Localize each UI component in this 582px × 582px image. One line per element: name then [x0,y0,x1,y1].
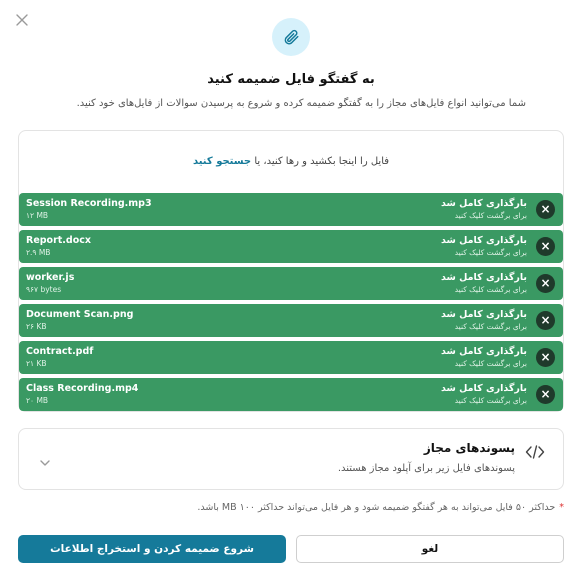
file-status-text: بارگذاری کامل شد [441,198,527,209]
dropzone-prompt: فایل را اینجا بکشید و رها کنید، یا جستجو… [19,156,563,167]
file-info: Session Recording.mp3 ۱۲ MB [26,197,152,221]
dialog-subtitle: شما می‌توانید انواع فایل‌های مجاز را به … [76,98,526,109]
file-item[interactable]: × بارگذاری کامل شد برای برگشت کلیک کنید … [19,341,563,374]
file-info: Class Recording.mp4 ۲۰ MB [26,382,138,406]
file-status: بارگذاری کامل شد برای برگشت کلیک کنید [441,308,527,332]
allowed-extensions-panel[interactable]: پسوندهای مجاز پسوندهای فایل زیر برای آپل… [18,428,564,490]
file-size: ۲۶ KB [26,322,47,331]
file-name: Document Scan.png [26,309,134,320]
remove-file-button[interactable]: × [536,311,555,330]
file-status-hint: برای برگشت کلیک کنید [454,359,527,368]
file-item[interactable]: × بارگذاری کامل شد برای برگشت کلیک کنید … [19,267,563,300]
file-size: ۹۶۷ bytes [26,285,62,294]
file-size: ۲۰ MB [26,396,49,405]
file-name: worker.js [26,272,75,283]
close-icon[interactable] [14,12,30,28]
file-name: Session Recording.mp3 [26,198,152,209]
dropzone-prompt-text: فایل را اینجا بکشید و رها کنید، یا [254,156,390,167]
file-status: بارگذاری کامل شد برای برگشت کلیک کنید [441,345,527,369]
extensions-description: پسوندهای فایل زیر برای آپلود مجاز هستند. [337,463,515,474]
remove-file-button[interactable]: × [536,237,555,256]
file-item[interactable]: × بارگذاری کامل شد برای برگشت کلیک کنید … [19,378,563,411]
remove-file-button[interactable]: × [536,348,555,367]
file-status-text: بارگذاری کامل شد [441,272,527,283]
file-info: Contract.pdf ۲۱ KB [26,345,93,369]
file-status-hint: برای برگشت کلیک کنید [454,396,527,405]
file-status: بارگذاری کامل شد برای برگشت کلیک کنید [441,234,527,258]
file-status: بارگذاری کامل شد برای برگشت کلیک کنید [441,197,527,221]
file-item[interactable]: × بارگذاری کامل شد برای برگشت کلیک کنید … [19,230,563,263]
start-attach-button[interactable]: شروع ضمیمه کردن و استخراج اطلاعات [18,535,286,563]
file-status-hint: برای برگشت کلیک کنید [454,248,527,257]
remove-file-button[interactable]: × [536,274,555,293]
browse-link[interactable]: جستجو کنید [193,156,251,167]
file-item[interactable]: × بارگذاری کامل شد برای برگشت کلیک کنید … [19,304,563,337]
extensions-title: پسوندهای مجاز [423,441,515,455]
file-status-text: بارگذاری کامل شد [441,383,527,394]
uploaded-files-list: × بارگذاری کامل شد برای برگشت کلیک کنید … [19,193,563,415]
limits-note-text: حداکثر ۵۰ فایل می‌تواند به هر گفتگو ضمیم… [197,502,556,513]
file-size: ۲.۹ MB [26,248,51,257]
paperclip-icon [272,18,310,56]
file-status-text: بارگذاری کامل شد [441,309,527,320]
file-status-text: بارگذاری کامل شد [441,235,527,246]
file-status: بارگذاری کامل شد برای برگشت کلیک کنید [441,382,527,406]
dialog-title: به گفتگو فایل ضمیمه کنید [207,72,375,87]
remove-file-button[interactable]: × [536,200,555,219]
file-info: Document Scan.png ۲۶ KB [26,308,133,332]
attach-files-dialog: به گفتگو فایل ضمیمه کنید شما می‌توانید ا… [0,0,582,582]
file-status-hint: برای برگشت کلیک کنید [454,322,527,331]
file-size: ۱۲ MB [26,211,49,220]
file-status-text: بارگذاری کامل شد [441,346,527,357]
file-name: Class Recording.mp4 [26,383,139,394]
file-status: بارگذاری کامل شد برای برگشت کلیک کنید [441,271,527,295]
file-name: Contract.pdf [26,346,94,357]
limits-note: *حداکثر ۵۰ فایل می‌تواند به هر گفتگو ضمی… [197,502,564,513]
file-name: Report.docx [26,235,92,246]
file-size: ۲۱ KB [26,359,47,368]
cancel-button[interactable]: لغو [296,535,564,563]
file-item[interactable]: × بارگذاری کامل شد برای برگشت کلیک کنید … [19,193,563,226]
required-star: * [559,502,564,513]
remove-file-button[interactable]: × [536,385,555,404]
file-status-hint: برای برگشت کلیک کنید [454,211,527,220]
file-info: worker.js ۹۶۷ bytes [26,271,74,295]
chevron-down-icon[interactable] [39,453,51,466]
file-info: Report.docx ۲.۹ MB [26,234,91,258]
code-icon [525,444,545,460]
file-status-hint: برای برگشت کلیک کنید [454,285,527,294]
file-dropzone[interactable]: فایل را اینجا بکشید و رها کنید، یا جستجو… [18,130,564,412]
